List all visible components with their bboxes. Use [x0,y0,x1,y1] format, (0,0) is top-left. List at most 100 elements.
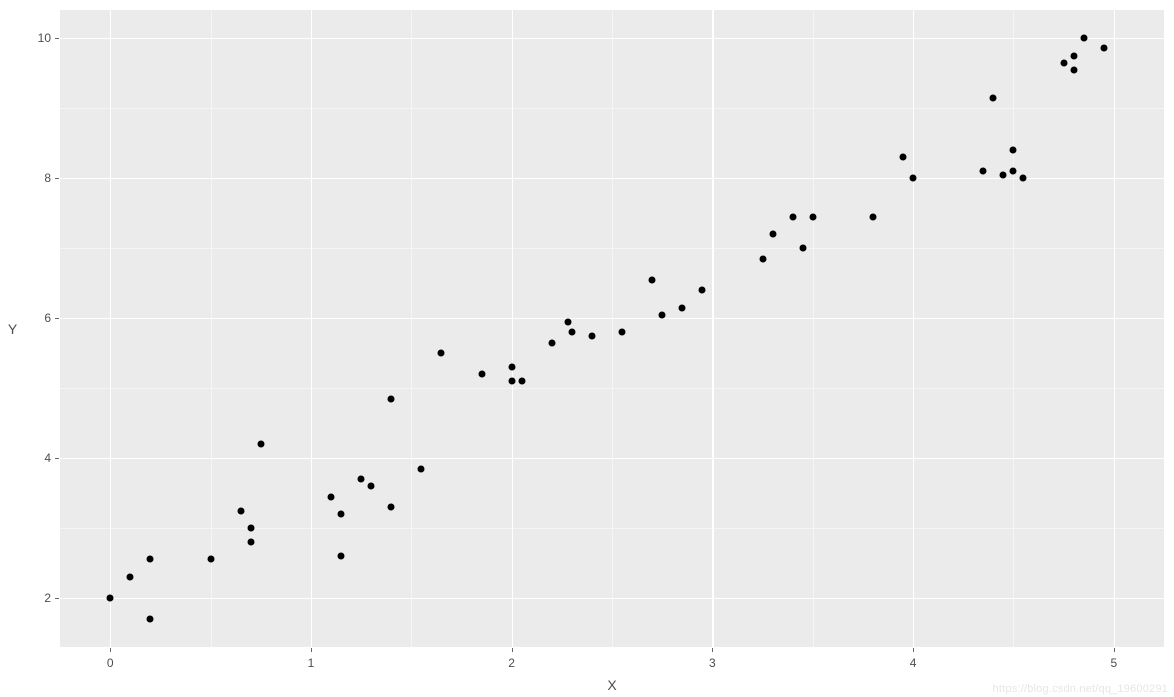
y-axis-ticks: 2 4 6 8 10 [25,10,55,647]
y-tick-mark [55,178,59,179]
gridline-major-vertical [512,10,513,647]
data-point [257,441,264,448]
data-point [207,556,214,563]
data-point [388,504,395,511]
gridline-minor-horizontal [60,108,1164,109]
data-point [1100,45,1107,52]
data-point [900,154,907,161]
scatter-chart: Y 2 4 6 8 10 0 1 2 3 4 5 X https://blog.csdn.net/… [0,0,1174,697]
gridline-minor-vertical [612,10,613,647]
gridline-major-vertical [1114,10,1115,647]
data-point [588,332,595,339]
y-tick-mark [55,38,59,39]
gridline-minor-vertical [813,10,814,647]
gridline-major-horizontal [60,318,1164,319]
data-point [247,525,254,532]
x-tick-mark [311,648,312,652]
gridline-minor-horizontal [60,388,1164,389]
data-point [1010,168,1017,175]
gridline-major-vertical [913,10,914,647]
data-point [1070,66,1077,73]
data-point [237,507,244,514]
gridline-major-horizontal [60,38,1164,39]
gridline-major-horizontal [60,178,1164,179]
x-axis-label-text: X [607,677,616,693]
data-point [649,276,656,283]
y-tick-label: 10 [38,31,51,45]
gridline-major-vertical [110,10,111,647]
y-tick-mark [55,318,59,319]
data-point [759,255,766,262]
data-point [438,350,445,357]
data-point [247,539,254,546]
data-point [147,616,154,623]
data-point [327,493,334,500]
data-point [127,574,134,581]
data-point [990,94,997,101]
x-axis-ticks: 0 1 2 3 4 5 [60,652,1164,672]
data-point [679,304,686,311]
data-point [508,378,515,385]
data-point [338,511,345,518]
data-point [1000,171,1007,178]
x-tick-label: 3 [709,656,716,670]
gridline-minor-vertical [1013,10,1014,647]
gridline-major-vertical [311,10,312,647]
y-tick-label: 8 [44,171,51,185]
data-point [769,231,776,238]
gridline-minor-vertical [211,10,212,647]
data-point [548,339,555,346]
data-point [619,329,626,336]
data-point [338,553,345,560]
gridline-minor-horizontal [60,248,1164,249]
data-point [147,556,154,563]
data-point [564,318,571,325]
data-point [388,395,395,402]
data-point [799,245,806,252]
data-point [418,465,425,472]
data-point [980,168,987,175]
data-point [1070,52,1077,59]
data-point [1020,175,1027,182]
data-point [789,213,796,220]
x-tick-label: 2 [508,656,515,670]
y-tick-mark [55,458,59,459]
data-point [1060,59,1067,66]
x-tick-mark [1114,648,1115,652]
y-tick-label: 4 [44,451,51,465]
data-point [1010,147,1017,154]
data-point [659,311,666,318]
gridline-minor-horizontal [60,528,1164,529]
x-tick-label: 0 [107,656,114,670]
gridline-major-vertical [712,10,713,647]
gridline-minor-vertical [411,10,412,647]
y-tick-mark [55,598,59,599]
data-point [910,175,917,182]
y-tick-label: 6 [44,311,51,325]
data-point [358,476,365,483]
x-tick-mark [913,648,914,652]
data-point [478,371,485,378]
gridline-major-horizontal [60,458,1164,459]
y-tick-label: 2 [44,591,51,605]
data-point [508,364,515,371]
gridline-major-horizontal [60,598,1164,599]
data-point [518,378,525,385]
watermark-text: https://blog.csdn.net/qq_19600291 [993,683,1168,695]
data-point [699,287,706,294]
data-point [368,483,375,490]
x-tick-mark [712,648,713,652]
y-axis-label-text: Y [8,321,17,337]
y-axis-title: Y [0,0,25,657]
data-point [107,595,114,602]
data-point [1080,34,1087,41]
data-point [869,213,876,220]
x-tick-mark [512,648,513,652]
x-tick-mark [110,648,111,652]
x-tick-label: 4 [910,656,917,670]
data-point [809,213,816,220]
x-tick-label: 5 [1110,656,1117,670]
data-point [568,329,575,336]
plot-area [60,10,1164,647]
x-tick-label: 1 [308,656,315,670]
